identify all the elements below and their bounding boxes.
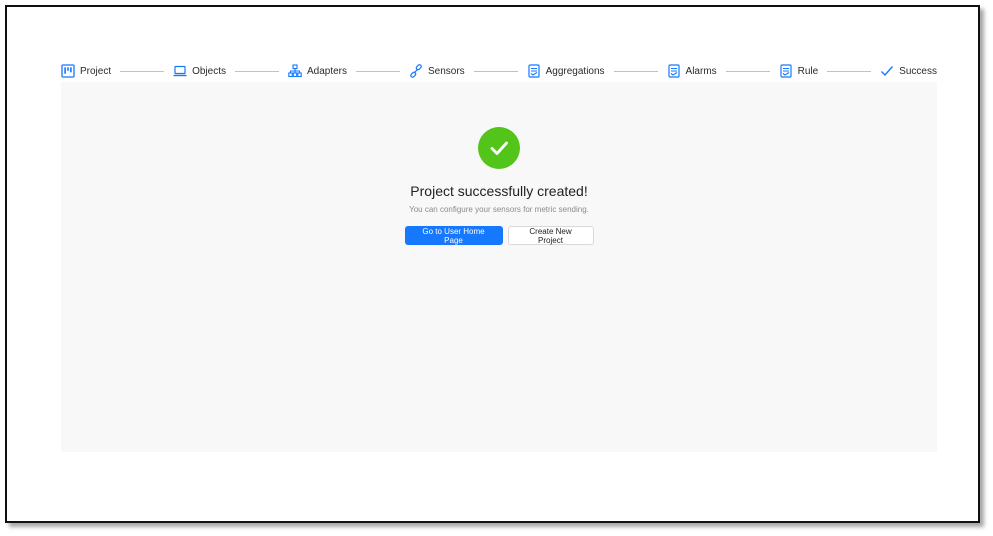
link-icon [409,64,423,78]
project-board-icon [61,64,75,78]
step-label: Project [80,65,112,77]
step-rule[interactable]: Rule [779,64,819,78]
document-icon [779,64,793,78]
step-connector [473,70,518,72]
step-connector [356,70,400,72]
result-panel: Project successfully created! You can co… [61,82,937,452]
cluster-icon [288,64,302,78]
steps-bar: Project Objects Adapters Sensors Aggrega… [61,62,937,80]
step-label: Adapters [306,65,347,77]
step-label: Rule [797,65,819,77]
app-window: Project Objects Adapters Sensors Aggrega… [5,5,980,523]
result-title: Project successfully created! [410,183,588,199]
step-label: Aggregations [545,65,605,77]
step-label: Success [899,65,937,77]
step-connector [235,70,279,72]
laptop-icon [173,64,187,78]
step-connector [725,70,770,72]
document-icon [667,64,681,78]
create-new-project-button[interactable]: Create New Project [507,226,594,245]
step-sensors[interactable]: Sensors [409,64,465,78]
result-subtitle: You can configure your sensors for metri… [409,205,589,214]
step-connector [827,70,872,72]
step-label: Sensors [427,65,465,77]
success-result: Project successfully created! You can co… [61,127,937,245]
check-icon [880,64,894,78]
step-label: Alarms [685,65,717,77]
step-adapters[interactable]: Adapters [288,64,347,78]
step-success[interactable]: Success [880,64,937,78]
result-actions: Go to User Home Page Create New Project [404,226,594,245]
step-label: Objects [192,65,226,77]
go-to-user-home-button[interactable]: Go to User Home Page [404,226,503,245]
step-connector [120,70,165,72]
step-project[interactable]: Project [61,64,111,78]
step-objects[interactable]: Objects [173,64,226,78]
step-aggregations[interactable]: Aggregations [527,64,605,78]
check-circle-icon [478,127,520,169]
step-connector [613,70,658,72]
step-alarms[interactable]: Alarms [667,64,717,78]
document-icon [527,64,541,78]
